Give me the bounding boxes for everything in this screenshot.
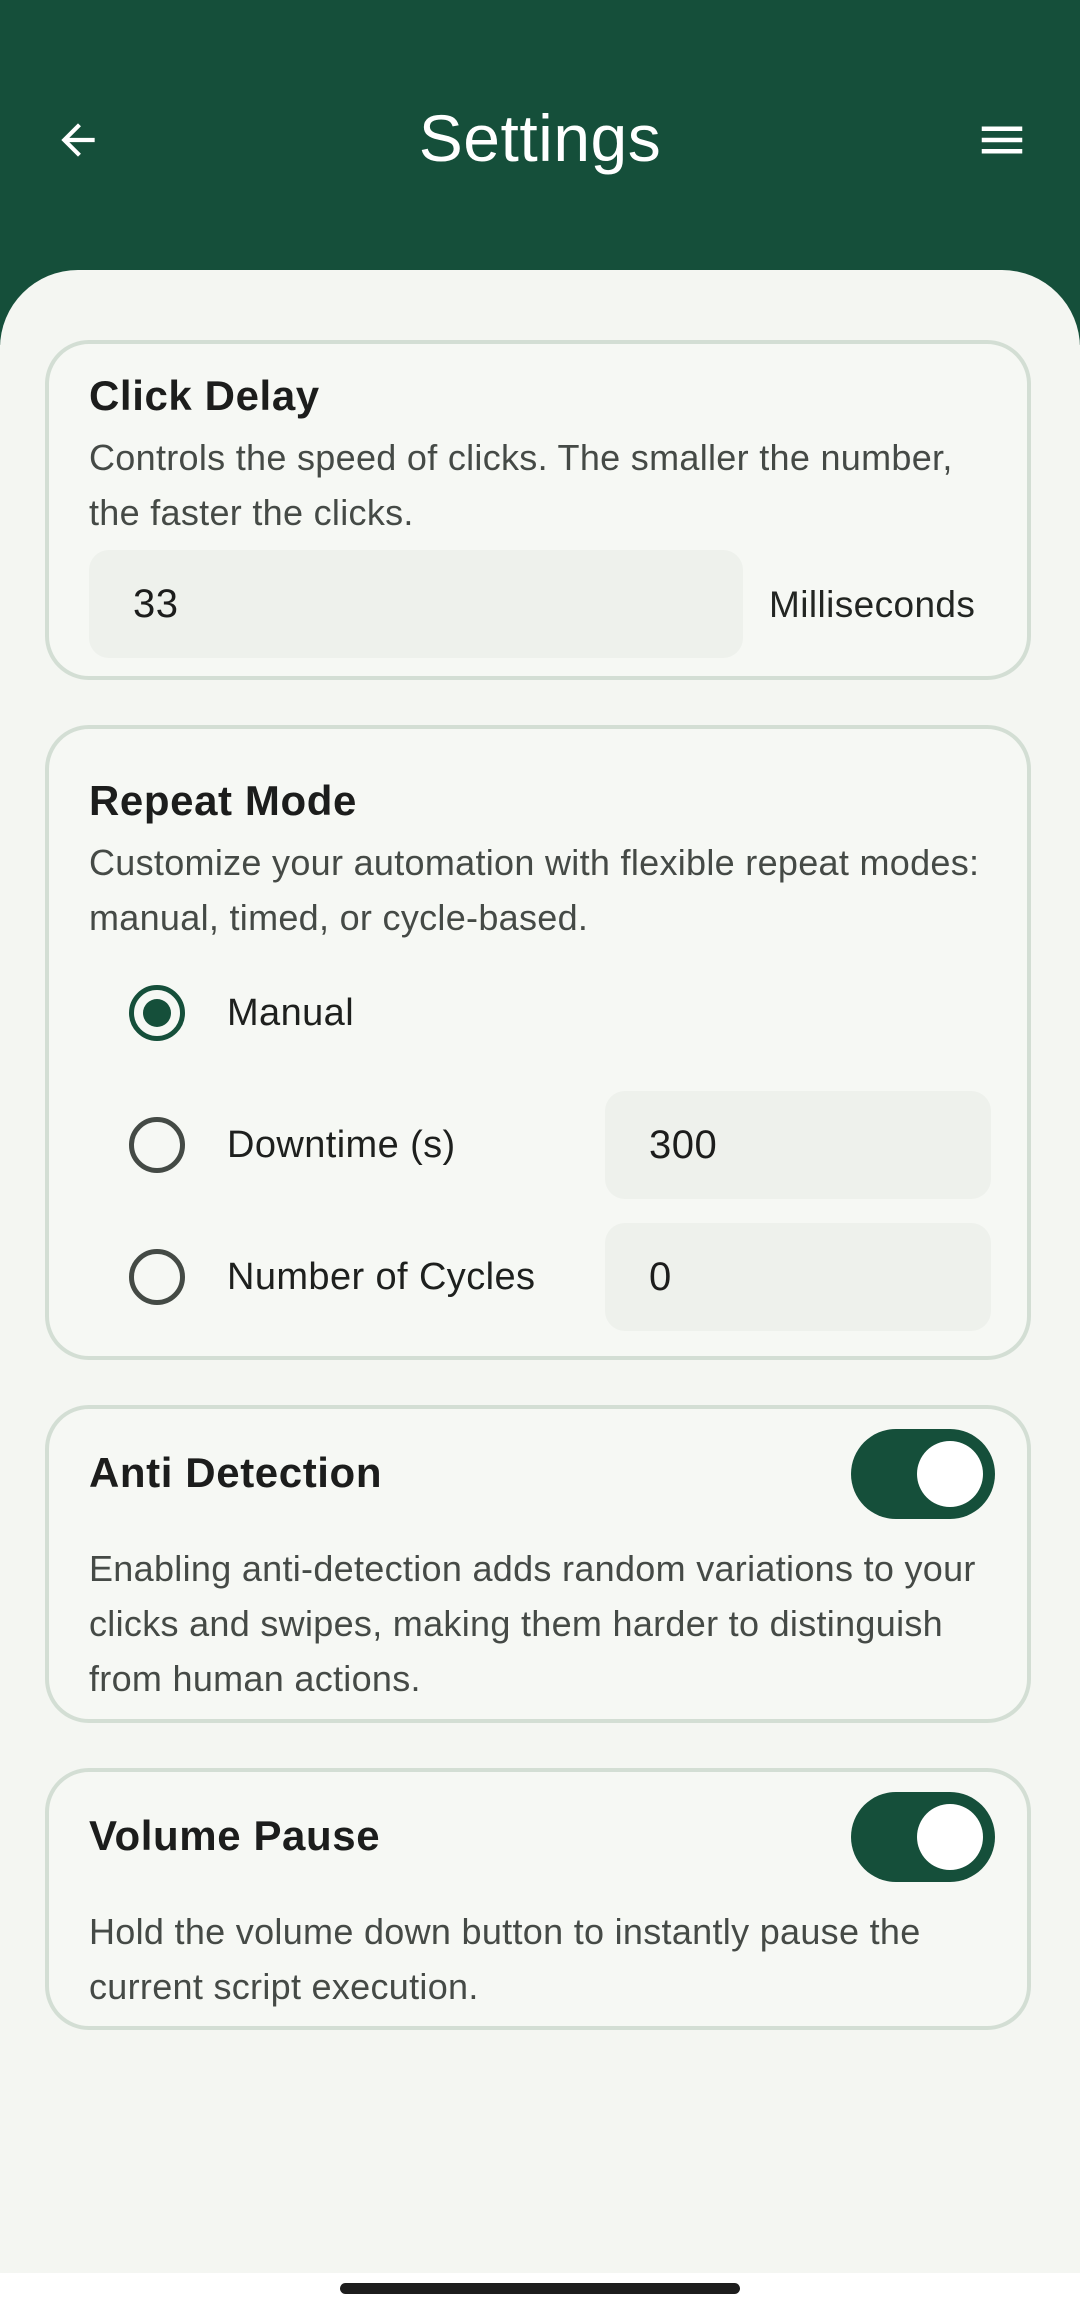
toggle-knob <box>917 1804 983 1870</box>
downtime-input[interactable] <box>605 1091 991 1199</box>
home-gesture-handle[interactable] <box>340 2283 740 2294</box>
menu-button[interactable] <box>974 112 1030 168</box>
radio-option-cycles[interactable]: Number of Cycles <box>129 1247 535 1307</box>
repeat-mode-card: Repeat Mode Customize your automation wi… <box>45 725 1031 1360</box>
radio-label-downtime: Downtime (s) <box>227 1123 456 1166</box>
system-navigation-bar <box>0 2273 1080 2319</box>
anti-detection-description: Enabling anti-detection adds random vari… <box>89 1548 976 1699</box>
anti-detection-toggle[interactable] <box>851 1429 995 1519</box>
click-delay-unit: Milliseconds <box>769 584 976 625</box>
page-title: Settings <box>418 101 662 175</box>
radio-button-checked[interactable] <box>129 985 185 1041</box>
radio-label-manual: Manual <box>227 991 355 1034</box>
anti-detection-card: Anti Detection Enabling anti-detection a… <box>45 1405 1031 1723</box>
click-delay-input[interactable] <box>89 550 743 658</box>
click-delay-card: Click Delay Controls the speed of clicks… <box>45 340 1031 680</box>
click-delay-title: Click Delay <box>89 372 320 419</box>
volume-pause-toggle[interactable] <box>851 1792 995 1882</box>
repeat-mode-title: Repeat Mode <box>89 777 357 824</box>
anti-detection-title: Anti Detection <box>89 1449 383 1496</box>
toggle-knob <box>917 1441 983 1507</box>
radio-button-unchecked[interactable] <box>129 1117 185 1173</box>
radio-option-manual[interactable]: Manual <box>129 983 354 1043</box>
hamburger-menu-icon <box>981 126 1023 154</box>
radio-button-unchecked[interactable] <box>129 1249 185 1305</box>
volume-pause-title: Volume Pause <box>89 1812 381 1859</box>
radio-option-downtime[interactable]: Downtime (s) <box>129 1115 456 1175</box>
click-delay-description: Controls the speed of clicks. The smalle… <box>89 437 953 533</box>
repeat-mode-description: Customize your automation with flexible … <box>89 842 980 938</box>
volume-pause-description: Hold the volume down button to instantly… <box>89 1911 921 2007</box>
radio-label-cycles: Number of Cycles <box>227 1255 536 1298</box>
volume-pause-card: Volume Pause Hold the volume down button… <box>45 1768 1031 2030</box>
cycles-input[interactable] <box>605 1223 991 1331</box>
